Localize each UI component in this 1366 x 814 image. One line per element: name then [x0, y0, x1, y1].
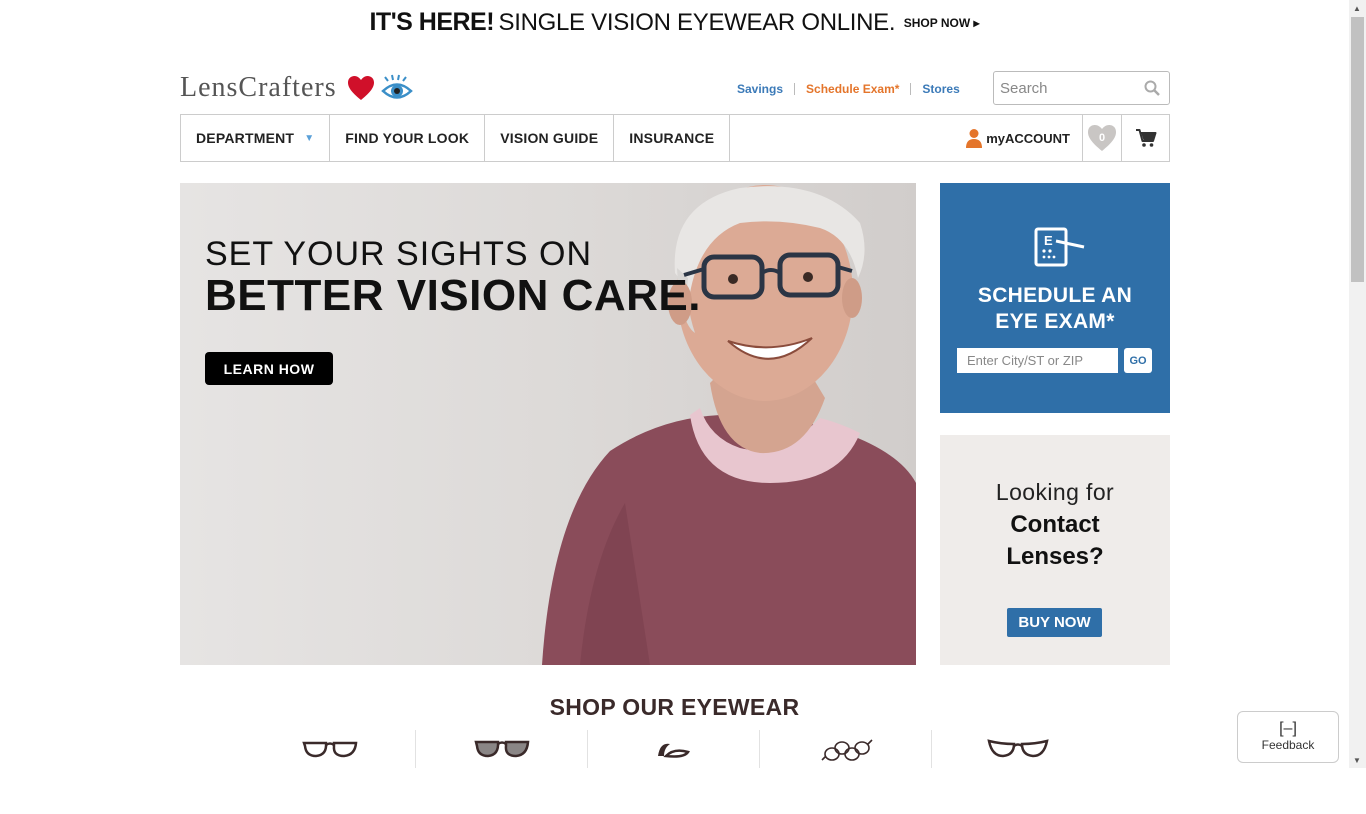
learn-how-button[interactable]: LEARN HOW	[205, 352, 333, 385]
vertical-scrollbar[interactable]: ▲ ▼	[1349, 0, 1366, 768]
wishlist-count: 0	[1098, 132, 1106, 144]
main-nav: DEPARTMENT ▼ FIND YOUR LOOK VISION GUIDE…	[180, 114, 1170, 162]
schedule-exam-title-line2: EYE EXAM*	[995, 310, 1115, 333]
feedback-label: Feedback	[1261, 738, 1315, 752]
accessories-category[interactable]	[760, 730, 932, 768]
eye-chart-icon: E	[1034, 227, 1085, 267]
eyeglasses-category[interactable]	[244, 730, 416, 768]
my-account-label: myACCOUNT	[986, 130, 1070, 146]
contact-lenses-category[interactable]	[588, 730, 760, 768]
stacked-glasses-icon	[820, 739, 873, 761]
feedback-icon: [–]	[1279, 720, 1297, 737]
search-box	[993, 71, 1170, 105]
search-input[interactable]	[994, 72, 1134, 104]
cat-eye-category[interactable]	[932, 730, 1104, 768]
sunglasses-category[interactable]	[416, 730, 588, 768]
schedule-exam-panel: E SCHEDULE AN EYE EXAM* GO	[940, 183, 1170, 413]
eyeglasses-icon	[301, 741, 357, 758]
nav-department[interactable]: DEPARTMENT ▼	[181, 115, 331, 161]
scroll-up-arrow-icon[interactable]: ▲	[1353, 4, 1361, 13]
promo-bold-text: IT'S HERE!	[369, 8, 495, 36]
divider	[910, 83, 912, 95]
nav-department-label: DEPARTMENT	[196, 130, 295, 146]
sunglasses-icon	[473, 740, 529, 758]
schedule-exam-title-line1: SCHEDULE AN	[977, 284, 1133, 307]
scrollbar-thumb[interactable]	[1351, 17, 1364, 282]
hero-banner[interactable]: SET YOUR SIGHTS ON BETTER VISION CARE. L…	[180, 183, 916, 665]
stores-link[interactable]: Stores	[922, 82, 959, 96]
nav-find-your-look[interactable]: FIND YOUR LOOK	[330, 115, 486, 161]
eye-icon	[380, 74, 413, 99]
feedback-button[interactable]: [–] Feedback	[1237, 711, 1339, 763]
logo-wordmark: LensCrafters	[180, 72, 337, 103]
utility-links: Savings Schedule Exam* Stores	[737, 82, 960, 96]
shop-eyewear-heading: SHOP OUR EYEWEAR	[549, 694, 800, 720]
divider	[794, 83, 796, 95]
contact-lenses-panel[interactable]: Looking for Contact Lenses? BUY NOW	[940, 435, 1170, 665]
promo-text: SINGLE VISION EYEWEAR ONLINE.	[498, 9, 896, 36]
scroll-down-arrow-icon[interactable]: ▼	[1353, 756, 1361, 765]
hero-heading-line2: BETTER VISION CARE.	[205, 271, 701, 320]
promo-shop-now-link[interactable]: SHOP NOW ▸	[904, 16, 980, 30]
wishlist-button[interactable]: 0	[1083, 115, 1122, 161]
search-icon[interactable]	[1144, 80, 1160, 96]
contact-lenses-heading: Contact Lenses?	[940, 509, 1170, 573]
contact-lenses-line3: Lenses?	[1006, 543, 1104, 570]
cart-icon	[1135, 129, 1156, 147]
contact-lenses-line1: Looking for	[995, 479, 1115, 505]
lenscrafters-logo[interactable]: LensCrafters	[180, 72, 413, 104]
caret-down-icon: ▼	[304, 132, 315, 144]
go-button[interactable]: GO	[1124, 348, 1152, 373]
schedule-exam-title: SCHEDULE AN EYE EXAM*	[940, 283, 1170, 335]
promo-banner[interactable]: IT'S HERE! SINGLE VISION EYEWEAR ONLINE.…	[0, 8, 1349, 37]
my-account-link[interactable]: myACCOUNT	[953, 115, 1083, 161]
nav-vision-guide[interactable]: VISION GUIDE	[485, 115, 615, 161]
contact-lenses-line2: Contact	[1010, 511, 1100, 538]
eyewear-category-list	[244, 730, 1104, 768]
savings-link[interactable]: Savings	[737, 82, 783, 96]
contact-lens-icon	[657, 743, 690, 758]
svg-text:E: E	[1044, 233, 1053, 248]
location-input[interactable]	[957, 348, 1118, 373]
cat-eye-glasses-icon	[987, 739, 1049, 758]
nav-insurance[interactable]: INSURANCE	[614, 115, 731, 161]
cart-button[interactable]	[1122, 115, 1169, 161]
user-icon	[966, 129, 983, 148]
hero-heading-line1: SET YOUR SIGHTS ON	[205, 235, 593, 273]
buy-now-button[interactable]: BUY NOW	[1007, 608, 1102, 637]
heart-icon	[347, 76, 374, 100]
schedule-exam-link[interactable]: Schedule Exam*	[806, 82, 899, 96]
